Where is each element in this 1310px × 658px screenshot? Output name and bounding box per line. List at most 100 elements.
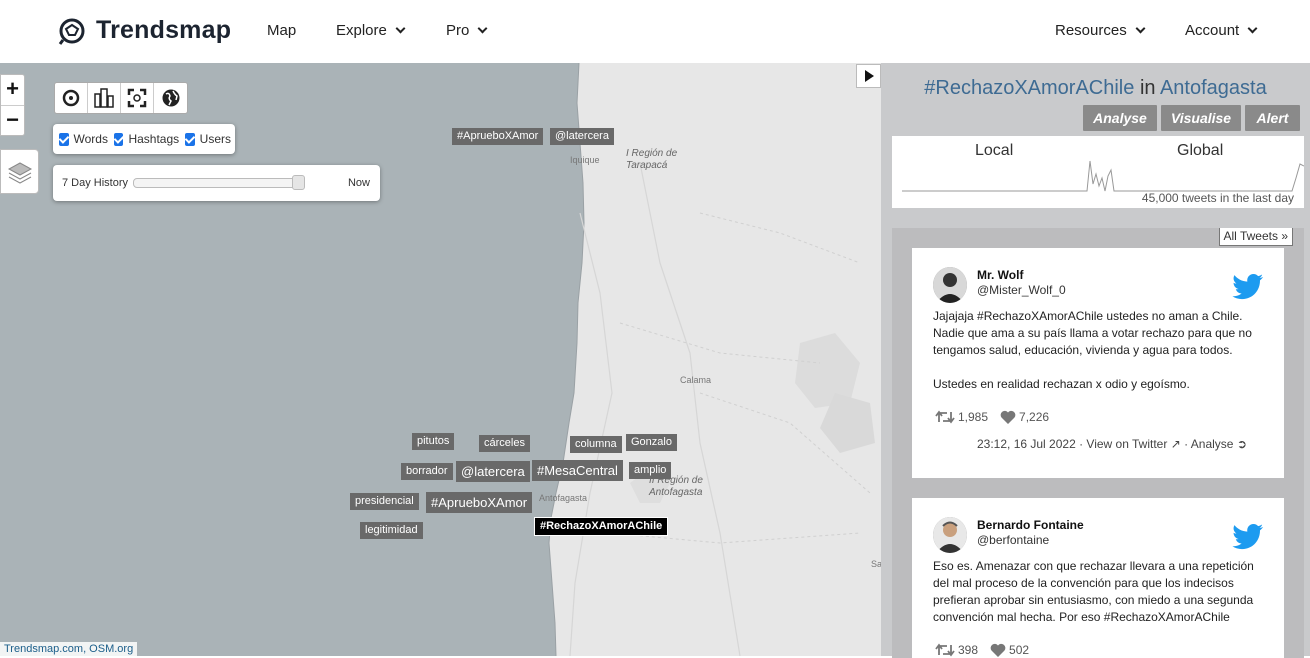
zoom-in-button[interactable]: + xyxy=(1,75,24,105)
trend-tag[interactable]: #AprueboXAmor xyxy=(426,492,533,513)
tweet-list: All Tweets » Mr. Wolf @Mister_Wolf_0 Jaj… xyxy=(892,228,1304,658)
avatar[interactable] xyxy=(933,517,967,553)
tweet-stats: 1,985 7,226 xyxy=(935,410,1049,424)
globe-icon xyxy=(162,89,179,107)
layers-button[interactable] xyxy=(0,149,39,194)
history-slider-track[interactable] xyxy=(133,178,305,188)
retweet-stat[interactable]: 398 xyxy=(935,643,978,657)
trend-tag[interactable]: #AprueboXAmor xyxy=(452,128,544,145)
place-label-calama: Calama xyxy=(680,375,712,385)
nav-explore-label: Explore xyxy=(336,22,387,39)
place-label-iquique: Iquique xyxy=(570,155,600,165)
nav-account-label: Account xyxy=(1185,22,1240,39)
trendsmap-logo-icon xyxy=(58,18,85,45)
trend-location-link[interactable]: Antofagasta xyxy=(1160,77,1267,99)
view-on-twitter-link[interactable]: View on Twitter ↗ xyxy=(1086,437,1180,451)
users-label: Users xyxy=(199,132,231,146)
tweet-text-paragraph: Jajajaja #RechazoXAmorAChile ustedes no … xyxy=(933,309,1252,357)
tweet-card: Mr. Wolf @Mister_Wolf_0 Jajajaja #Rechaz… xyxy=(912,248,1284,478)
trend-tag[interactable]: @latercera xyxy=(550,128,614,145)
nav-pro-label: Pro xyxy=(446,22,470,39)
nav-account[interactable]: Account xyxy=(1185,22,1258,39)
tweet-author-name[interactable]: Mr. Wolf xyxy=(977,268,1023,282)
visualise-button[interactable]: Visualise xyxy=(1161,105,1241,131)
history-slider-thumb[interactable] xyxy=(292,175,305,190)
cities-button[interactable] xyxy=(88,83,121,113)
chevron-down-icon xyxy=(395,23,406,34)
trend-tag[interactable]: presidencial xyxy=(350,493,419,510)
retweet-count: 1,985 xyxy=(958,410,989,424)
top-header: Trendsmap Map Explore Pro Resources Acco… xyxy=(0,0,1310,63)
nav-map-label: Map xyxy=(267,22,297,39)
trend-title: #RechazoXAmorAChile in Antofagasta xyxy=(881,77,1310,100)
trend-in-label: in xyxy=(1139,77,1156,99)
map-tool-buttons xyxy=(54,82,188,114)
users-checkbox[interactable] xyxy=(185,132,195,146)
nav-explore[interactable]: Explore xyxy=(336,22,406,39)
retweet-icon xyxy=(935,410,955,424)
brand-logo[interactable]: Trendsmap xyxy=(58,16,231,45)
tweet-footer: 23:12, 16 Jul 2022 · View on Twitter ↗ ·… xyxy=(977,437,1247,451)
zoom-control: + − xyxy=(0,74,25,136)
trend-tag[interactable]: amplio xyxy=(629,462,672,479)
map-attribution[interactable]: Trendsmap.com, OSM.org xyxy=(0,642,138,656)
global-button[interactable] xyxy=(154,83,187,113)
place-label-edge: Sa xyxy=(871,559,881,569)
words-label: Words xyxy=(73,132,108,146)
tweet-text-paragraph: Ustedes en realidad rechazan x odio y eg… xyxy=(933,377,1190,391)
twitter-icon[interactable] xyxy=(1232,274,1264,300)
hashtags-label: Hashtags xyxy=(128,132,180,146)
trend-tag[interactable]: pitutos xyxy=(412,433,455,450)
alert-button[interactable]: Alert xyxy=(1245,105,1300,131)
layers-icon xyxy=(7,161,32,184)
tweet-text-paragraph: Eso es. Amenazar con que rechazar llevar… xyxy=(933,559,1254,624)
trend-tag[interactable]: columna xyxy=(570,436,622,453)
trend-tag[interactable]: @latercera xyxy=(456,461,530,482)
nav-resources-label: Resources xyxy=(1055,22,1127,39)
tweet-author-handle[interactable]: @Mister_Wolf_0 xyxy=(977,283,1066,297)
play-arrow-icon xyxy=(864,70,874,82)
trend-tag-selected[interactable]: #RechazoXAmorAChile xyxy=(534,517,669,536)
tweet-author-name[interactable]: Bernardo Fontaine xyxy=(977,518,1084,532)
tweet-count: 45,000 tweets in the last day xyxy=(1141,191,1294,205)
twitter-icon[interactable] xyxy=(1232,524,1264,550)
analyse-button[interactable]: Analyse xyxy=(1083,105,1157,131)
locate-button[interactable] xyxy=(55,83,88,113)
history-panel: 7 Day History Now xyxy=(53,165,380,201)
brand-name: Trendsmap xyxy=(96,16,232,44)
city-icon xyxy=(94,88,114,108)
retweet-stat[interactable]: 1,985 xyxy=(935,410,988,424)
tweet-card: Bernardo Fontaine @berfontaine Eso es. A… xyxy=(912,498,1284,658)
tweet-timestamp: 23:12, 16 Jul 2022 xyxy=(977,437,1076,451)
fullscreen-button[interactable] xyxy=(121,83,154,113)
hashtags-checkbox[interactable] xyxy=(113,132,124,146)
analyse-tweet-label: Analyse xyxy=(1190,437,1234,451)
trend-tag[interactable]: #MesaCentral xyxy=(532,460,623,481)
heart-icon xyxy=(990,643,1006,657)
trend-tag[interactable]: legitimidad xyxy=(360,522,423,539)
trend-hashtag-link[interactable]: #RechazoXAmorAChile xyxy=(924,77,1134,99)
words-checkbox[interactable] xyxy=(59,132,69,146)
tweet-text: Jajajaja #RechazoXAmorAChile ustedes no … xyxy=(933,308,1268,393)
nav-pro[interactable]: Pro xyxy=(446,22,488,39)
tweet-author-handle[interactable]: @berfontaine xyxy=(977,533,1049,547)
like-stat[interactable]: 7,226 xyxy=(1000,410,1049,424)
analyse-tweet-link[interactable]: Analyse ➲ xyxy=(1191,437,1247,451)
place-label-antofagasta: Antofagasta xyxy=(539,493,588,503)
external-link-icon: ↗ xyxy=(1170,437,1181,451)
like-count: 502 xyxy=(1009,643,1030,657)
trend-tag[interactable]: Gonzalo xyxy=(626,434,677,451)
avatar[interactable] xyxy=(933,267,967,303)
chevron-down-icon xyxy=(1247,23,1258,34)
trend-tag[interactable]: borrador xyxy=(401,463,453,480)
nav-map[interactable]: Map xyxy=(267,22,296,39)
collapse-sidebar-button[interactable] xyxy=(856,64,881,88)
nav-resources[interactable]: Resources xyxy=(1055,22,1146,39)
fullscreen-icon xyxy=(127,88,147,108)
trend-tag[interactable]: cárceles xyxy=(479,435,530,452)
tweet-text: Eso es. Amenazar con que rechazar llevar… xyxy=(933,558,1268,626)
all-tweets-link[interactable]: All Tweets » xyxy=(1218,228,1293,246)
zoom-out-button[interactable]: − xyxy=(1,105,24,135)
like-stat[interactable]: 502 xyxy=(990,643,1029,657)
filter-panel: Words Hashtags Users xyxy=(53,124,235,154)
